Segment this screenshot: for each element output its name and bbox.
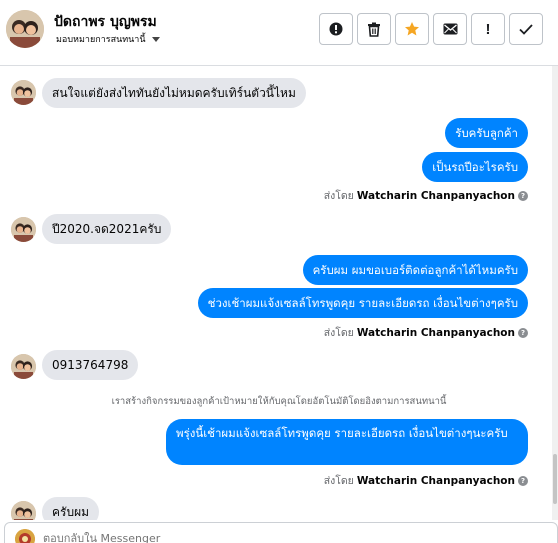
sender-name[interactable]: Watcharin Chanpanyachon [357, 327, 515, 339]
conversation-header: ปัดถาพร บุญพรม มอบหมายการสนทนานี้ ! [0, 0, 558, 66]
message-thread[interactable]: สนใจแต่ยังส่งไททันยังไม่หมดครับเทิร์นตัว… [0, 66, 558, 520]
caret-down-icon [151, 36, 160, 42]
assign-conversation-label: มอบหมายการสนทนานี้ [56, 35, 146, 45]
star-button[interactable] [395, 13, 429, 45]
delete-button[interactable] [357, 13, 391, 45]
check-icon [519, 23, 533, 35]
star-icon [405, 22, 419, 36]
exclamation-icon: ! [485, 20, 491, 38]
mark-spam-button[interactable]: ! [471, 13, 505, 45]
contact-name[interactable]: ปัดถาพร บุญพรม [54, 11, 157, 33]
system-note: เราสร้างกิจกรรมของลูกค้าเป้าหมายให้กับคุ… [111, 396, 447, 407]
sent-by-label: ส่งโดย Watcharin Chanpanyachon ? [324, 472, 528, 489]
message-bubble-outgoing: พรุ่งนี้เช้าผมแจ้งเซลล์โทรพูดคุย รายละเอ… [166, 419, 528, 465]
message-bubble-incoming: สนใจแต่ยังส่งไททันยังไม่หมดครับเทิร์นตัว… [42, 78, 306, 108]
scrollbar-thumb[interactable] [553, 454, 557, 504]
reply-input[interactable] [43, 532, 343, 543]
alert-circle-icon [329, 22, 343, 36]
trash-icon [368, 22, 380, 37]
info-icon[interactable]: ? [518, 475, 528, 486]
report-button[interactable] [319, 13, 353, 45]
sender-name[interactable]: Watcharin Chanpanyachon [357, 475, 515, 487]
page-avatar [15, 529, 35, 543]
message-bubble-outgoing: เป็นรถปีอะไรครับ [422, 152, 528, 182]
contact-avatar-small [11, 501, 36, 520]
sender-name[interactable]: Watcharin Chanpanyachon [357, 190, 515, 202]
contact-avatar[interactable] [6, 10, 44, 48]
sent-by-label: ส่งโดย Watcharin Chanpanyachon ? [324, 187, 528, 204]
message-bubble-incoming: ปี2020.จด2021ครับ [42, 214, 172, 244]
sent-by-prefix: ส่งโดย [323, 327, 354, 339]
mark-done-button[interactable] [509, 13, 543, 45]
reply-composer[interactable] [4, 522, 558, 543]
info-icon[interactable]: ? [518, 190, 528, 201]
envelope-icon [443, 23, 457, 35]
message-bubble-outgoing: รับครับลูกค้า [445, 118, 528, 148]
contact-avatar-small [11, 354, 36, 379]
thread-scrollbar[interactable] [552, 66, 558, 520]
sent-by-label: ส่งโดย Watcharin Chanpanyachon ? [324, 324, 528, 341]
message-bubble-incoming: ครับผม [42, 497, 100, 520]
mail-button[interactable] [433, 13, 467, 45]
message-bubble-outgoing: ครับผม ผมขอเบอร์ติดต่อลูกค้าได้ไหมครับ [302, 255, 528, 285]
assign-conversation-dropdown[interactable]: มอบหมายการสนทนานี้ [56, 32, 160, 46]
message-bubble-outgoing: ช่วงเช้าผมแจ้งเซลล์โทรพูดคุย รายละเอียดร… [197, 288, 528, 318]
info-icon[interactable]: ? [518, 327, 528, 338]
contact-avatar-small [11, 217, 36, 242]
sent-by-prefix: ส่งโดย [323, 190, 354, 202]
sent-by-prefix: ส่งโดย [323, 475, 354, 487]
message-bubble-incoming: 0913764798 [42, 350, 139, 380]
contact-avatar-small [11, 80, 36, 105]
